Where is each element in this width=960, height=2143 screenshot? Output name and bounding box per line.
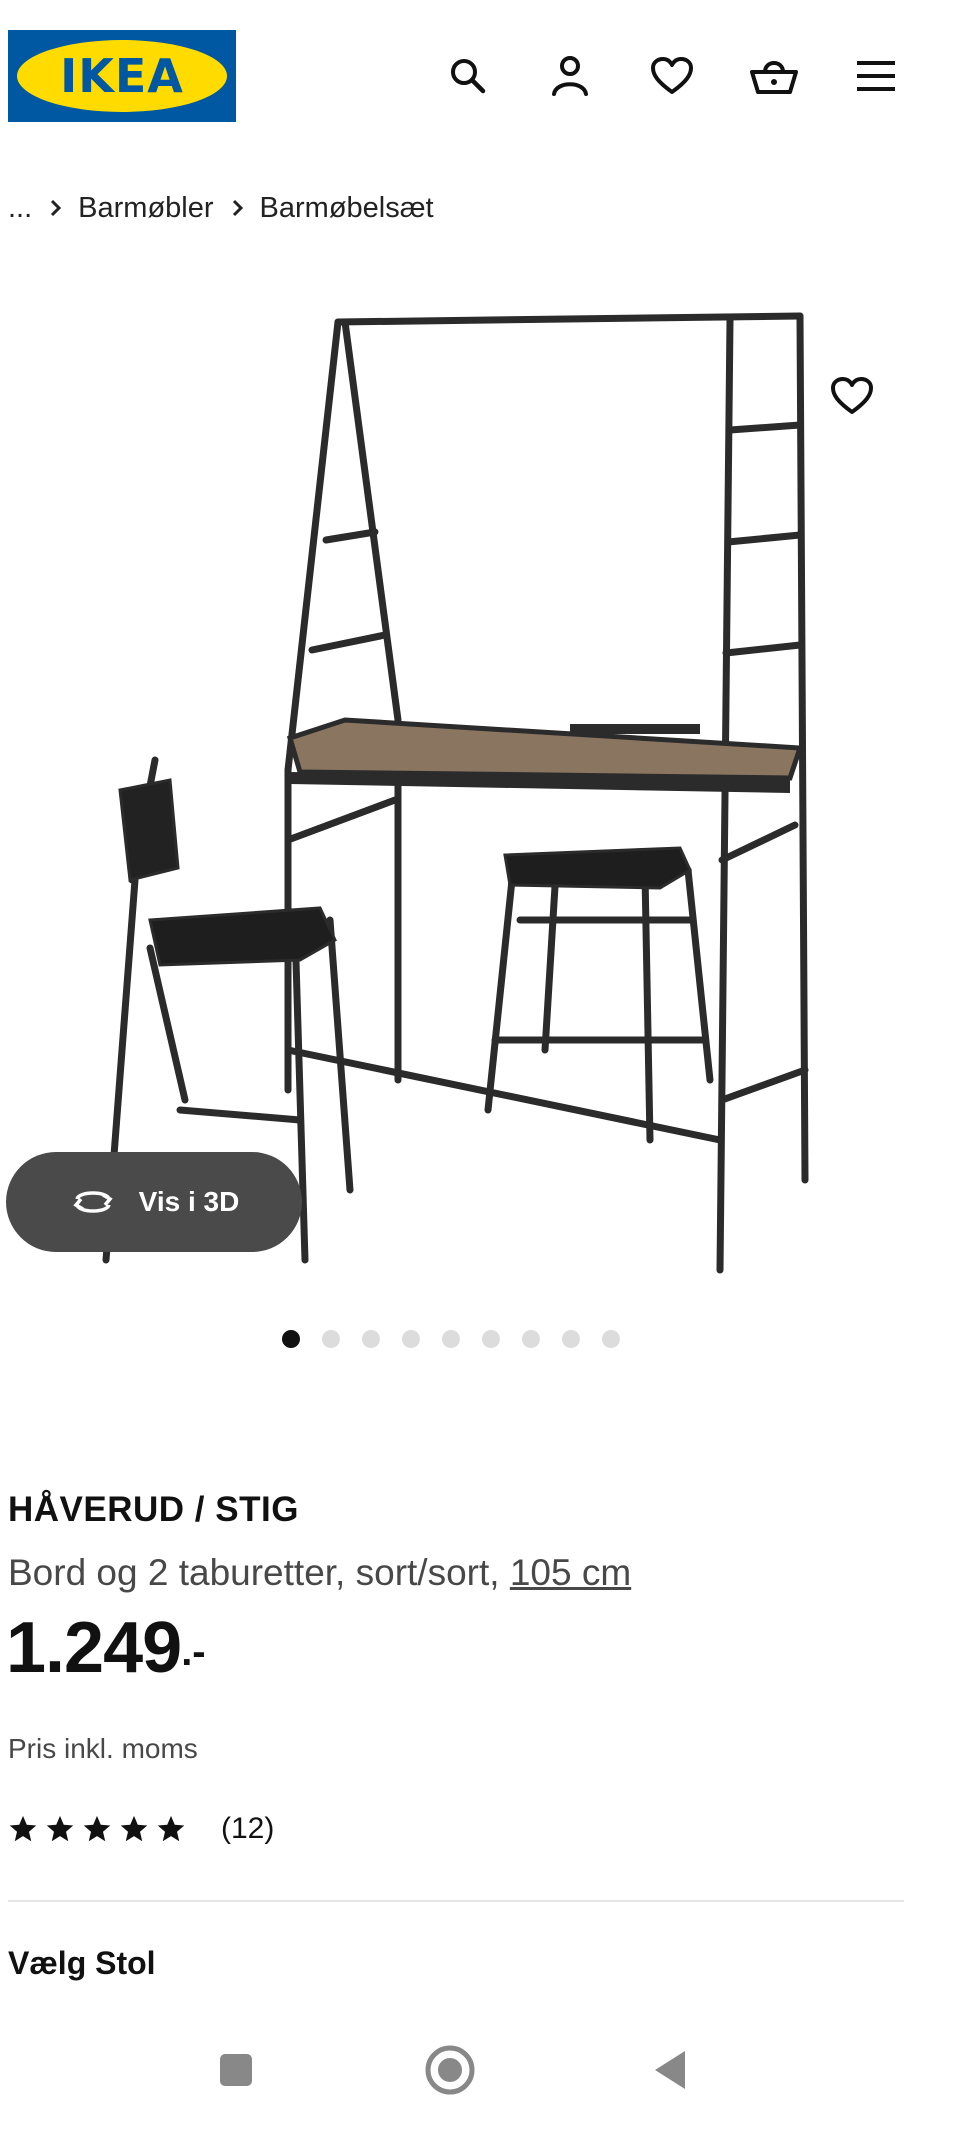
- breadcrumb: ... Barmøbler Barmøbelsæt: [8, 188, 434, 228]
- breadcrumb-item-barmobler[interactable]: Barmøbler: [78, 192, 213, 225]
- price-suffix: .-: [181, 1630, 206, 1674]
- breadcrumb-ellipsis[interactable]: ...: [8, 192, 32, 225]
- breadcrumb-item-barmobelsaet[interactable]: Barmøbelsæt: [260, 192, 434, 225]
- carousel-dot[interactable]: [322, 1330, 340, 1348]
- menu-icon[interactable]: [850, 50, 902, 102]
- product-name: HÅVERUD / STIG: [8, 1490, 299, 1529]
- view-in-3d-button[interactable]: Vis i 3D: [6, 1152, 302, 1252]
- rating-count: (12): [221, 1812, 275, 1845]
- product-price: 1.249 .-: [6, 1612, 206, 1684]
- carousel-dot[interactable]: [522, 1330, 540, 1348]
- system-nav-bar: [0, 2000, 960, 2143]
- star-icon: [46, 1815, 74, 1842]
- home-button[interactable]: [420, 2040, 480, 2100]
- product-size-link[interactable]: 105 cm: [510, 1552, 631, 1593]
- price-value: 1.249: [6, 1608, 182, 1688]
- carousel-dot[interactable]: [482, 1330, 500, 1348]
- price-note: Pris inkl. moms: [8, 1733, 198, 1764]
- site-header: IKEA: [0, 0, 960, 160]
- product-rating[interactable]: (12): [8, 1812, 274, 1846]
- star-icon: [83, 1815, 111, 1842]
- back-button[interactable]: [640, 2040, 700, 2100]
- heart-icon[interactable]: [646, 50, 698, 102]
- carousel-dot[interactable]: [362, 1330, 380, 1348]
- star-icon: [120, 1815, 148, 1842]
- chevron-right-icon: [50, 199, 62, 217]
- carousel-dot[interactable]: [562, 1330, 580, 1348]
- square-icon: [220, 2054, 252, 2086]
- carousel-dot[interactable]: [282, 1330, 300, 1348]
- view-in-3d-label: Vis i 3D: [138, 1186, 240, 1217]
- carousel-dot[interactable]: [442, 1330, 460, 1348]
- basket-icon[interactable]: [748, 50, 800, 102]
- choose-chair-label: Vælg Stol: [8, 1945, 156, 1981]
- carousel-dots: [282, 1330, 620, 1348]
- search-icon[interactable]: [442, 50, 494, 102]
- star-icon: [157, 1815, 185, 1842]
- add-to-favorites-button[interactable]: [818, 362, 886, 430]
- user-icon[interactable]: [544, 50, 596, 102]
- product-description-text: Bord og 2 taburetter, sort/sort,: [8, 1552, 500, 1593]
- product-description: Bord og 2 taburetter, sort/sort, 105 cm: [8, 1552, 631, 1594]
- ikea-logo[interactable]: IKEA: [8, 30, 236, 122]
- divider: [8, 1900, 904, 1902]
- logo-text: IKEA: [60, 49, 184, 103]
- rotate-3d-icon: [72, 1191, 113, 1213]
- heart-icon: [831, 377, 873, 414]
- chevron-right-icon: [232, 199, 244, 217]
- star-icon: [9, 1815, 37, 1842]
- carousel-dot[interactable]: [402, 1330, 420, 1348]
- carousel-dot[interactable]: [602, 1330, 620, 1348]
- recent-apps-button[interactable]: [206, 2040, 266, 2100]
- home-circle-icon: [425, 2045, 475, 2095]
- logo-oval: IKEA: [17, 40, 227, 112]
- back-triangle-icon: [655, 2051, 685, 2089]
- rating-stars: [8, 1814, 186, 1844]
